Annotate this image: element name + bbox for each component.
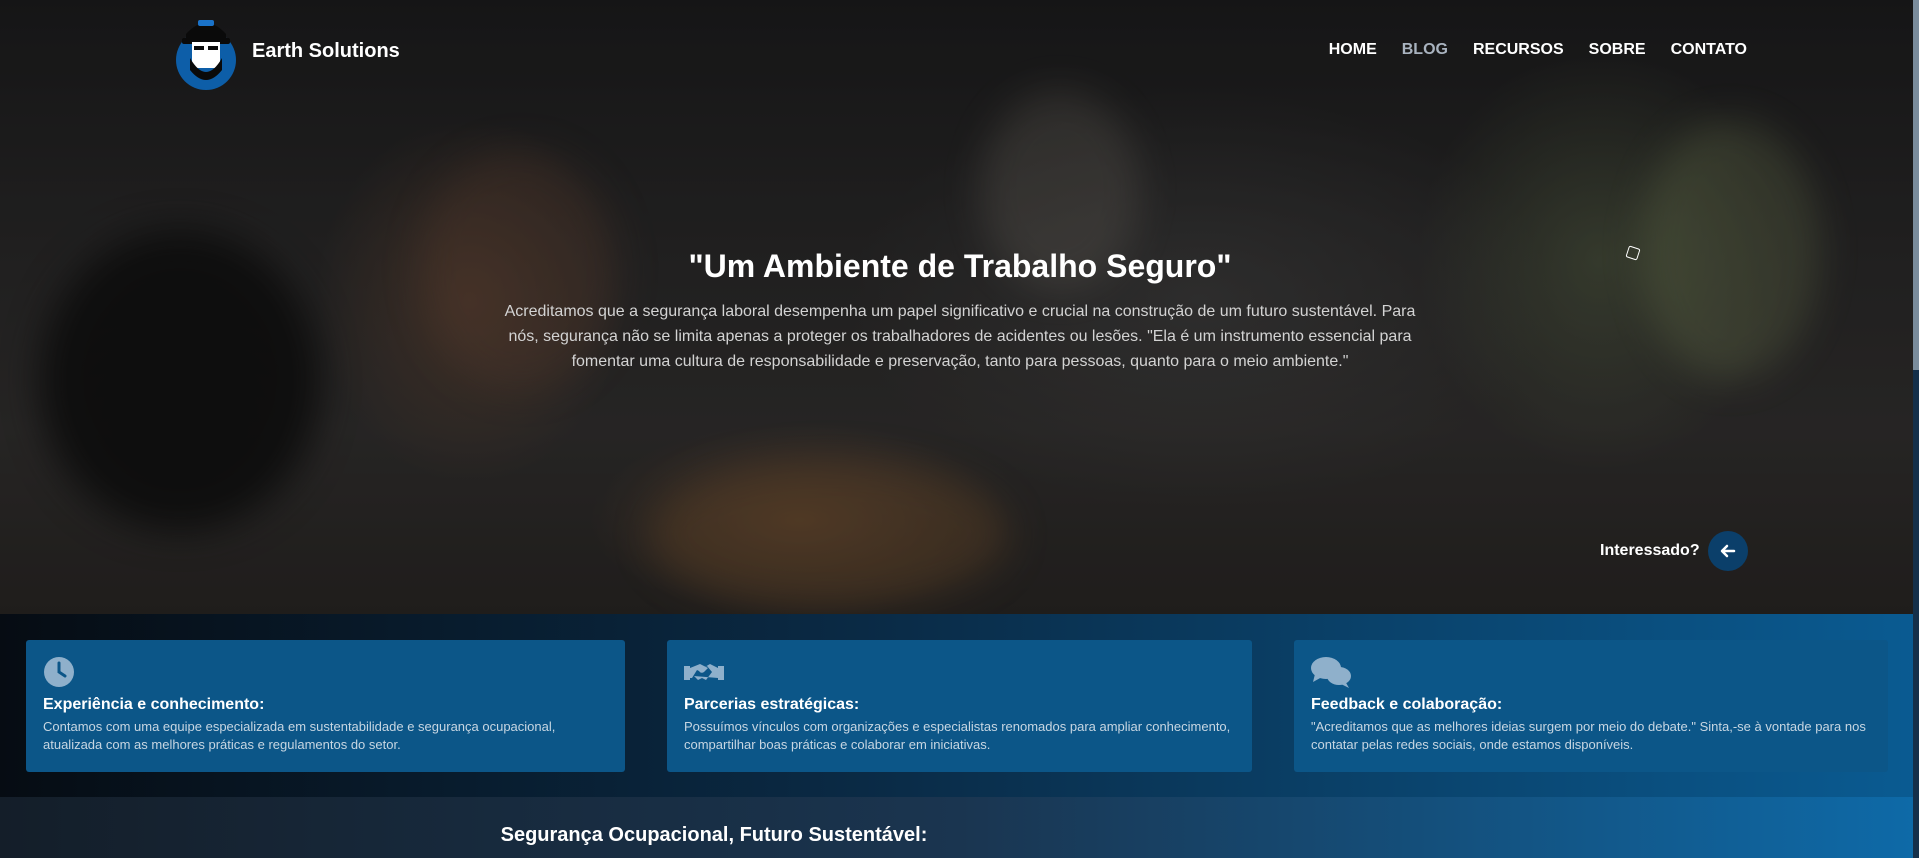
scrollbar-thumb[interactable]	[1913, 0, 1919, 370]
navbar: Earth Solutions HOME BLOG RECURSOS SOBRE…	[0, 0, 1919, 100]
comments-icon	[1311, 656, 1871, 690]
nav-item-blog[interactable]: BLOG	[1402, 41, 1448, 59]
main-nav: HOME BLOG RECURSOS SOBRE CONTATO	[1329, 41, 1747, 59]
hero-background-shape	[40, 230, 320, 530]
hero-text: Acreditamos que a segurança laboral dese…	[504, 303, 1416, 370]
cta-interessado[interactable]: Interessado?	[1600, 531, 1748, 571]
feature-title: Experiência e conhecimento:	[43, 696, 265, 713]
sustainability-section: Segurança Ocupacional, Futuro Sustentáve…	[0, 797, 1919, 858]
feature-text: Contamos com uma equipe especializada em…	[43, 719, 556, 752]
nav-item-contato[interactable]: CONTATO	[1671, 41, 1747, 59]
section-title: Segurança Ocupacional, Futuro Sustentáve…	[500, 824, 928, 846]
hero-content: "Um Ambiente de Trabalho Seguro" Acredit…	[480, 248, 1440, 374]
hero-background-shape	[650, 460, 1010, 610]
hero-title: "Um Ambiente de Trabalho Seguro"	[688, 248, 1232, 284]
features-section: Experiência e conhecimento: Contamos com…	[0, 614, 1919, 797]
clock-icon	[43, 656, 608, 690]
nav-item-home[interactable]: HOME	[1329, 41, 1377, 59]
feature-title: Parcerias estratégicas:	[684, 696, 860, 713]
brand-name[interactable]: Earth Solutions	[252, 40, 400, 63]
feature-text: "Acreditamos que as melhores ideias surg…	[1311, 719, 1866, 752]
cta-label[interactable]: Interessado?	[1600, 542, 1700, 560]
logo-worker-icon[interactable]	[172, 12, 240, 92]
feature-card: Feedback e colaboração: "Acreditamos que…	[1294, 640, 1888, 772]
page-scrollbar[interactable]	[1913, 0, 1919, 858]
feature-card: Parcerias estratégicas: Possuímos víncul…	[667, 640, 1252, 772]
cta-button[interactable]	[1707, 531, 1748, 571]
arrow-left-icon	[1720, 544, 1735, 558]
feature-title: Feedback e colaboração:	[1311, 696, 1503, 713]
feature-card: Experiência e conhecimento: Contamos com…	[26, 640, 625, 772]
handshake-icon	[684, 656, 1235, 690]
nav-item-recursos[interactable]: RECURSOS	[1473, 41, 1564, 59]
hero-background-shape	[1640, 120, 1820, 380]
feature-text: Possuímos vínculos com organizações e es…	[684, 719, 1231, 752]
nav-item-sobre[interactable]: SOBRE	[1589, 41, 1646, 59]
